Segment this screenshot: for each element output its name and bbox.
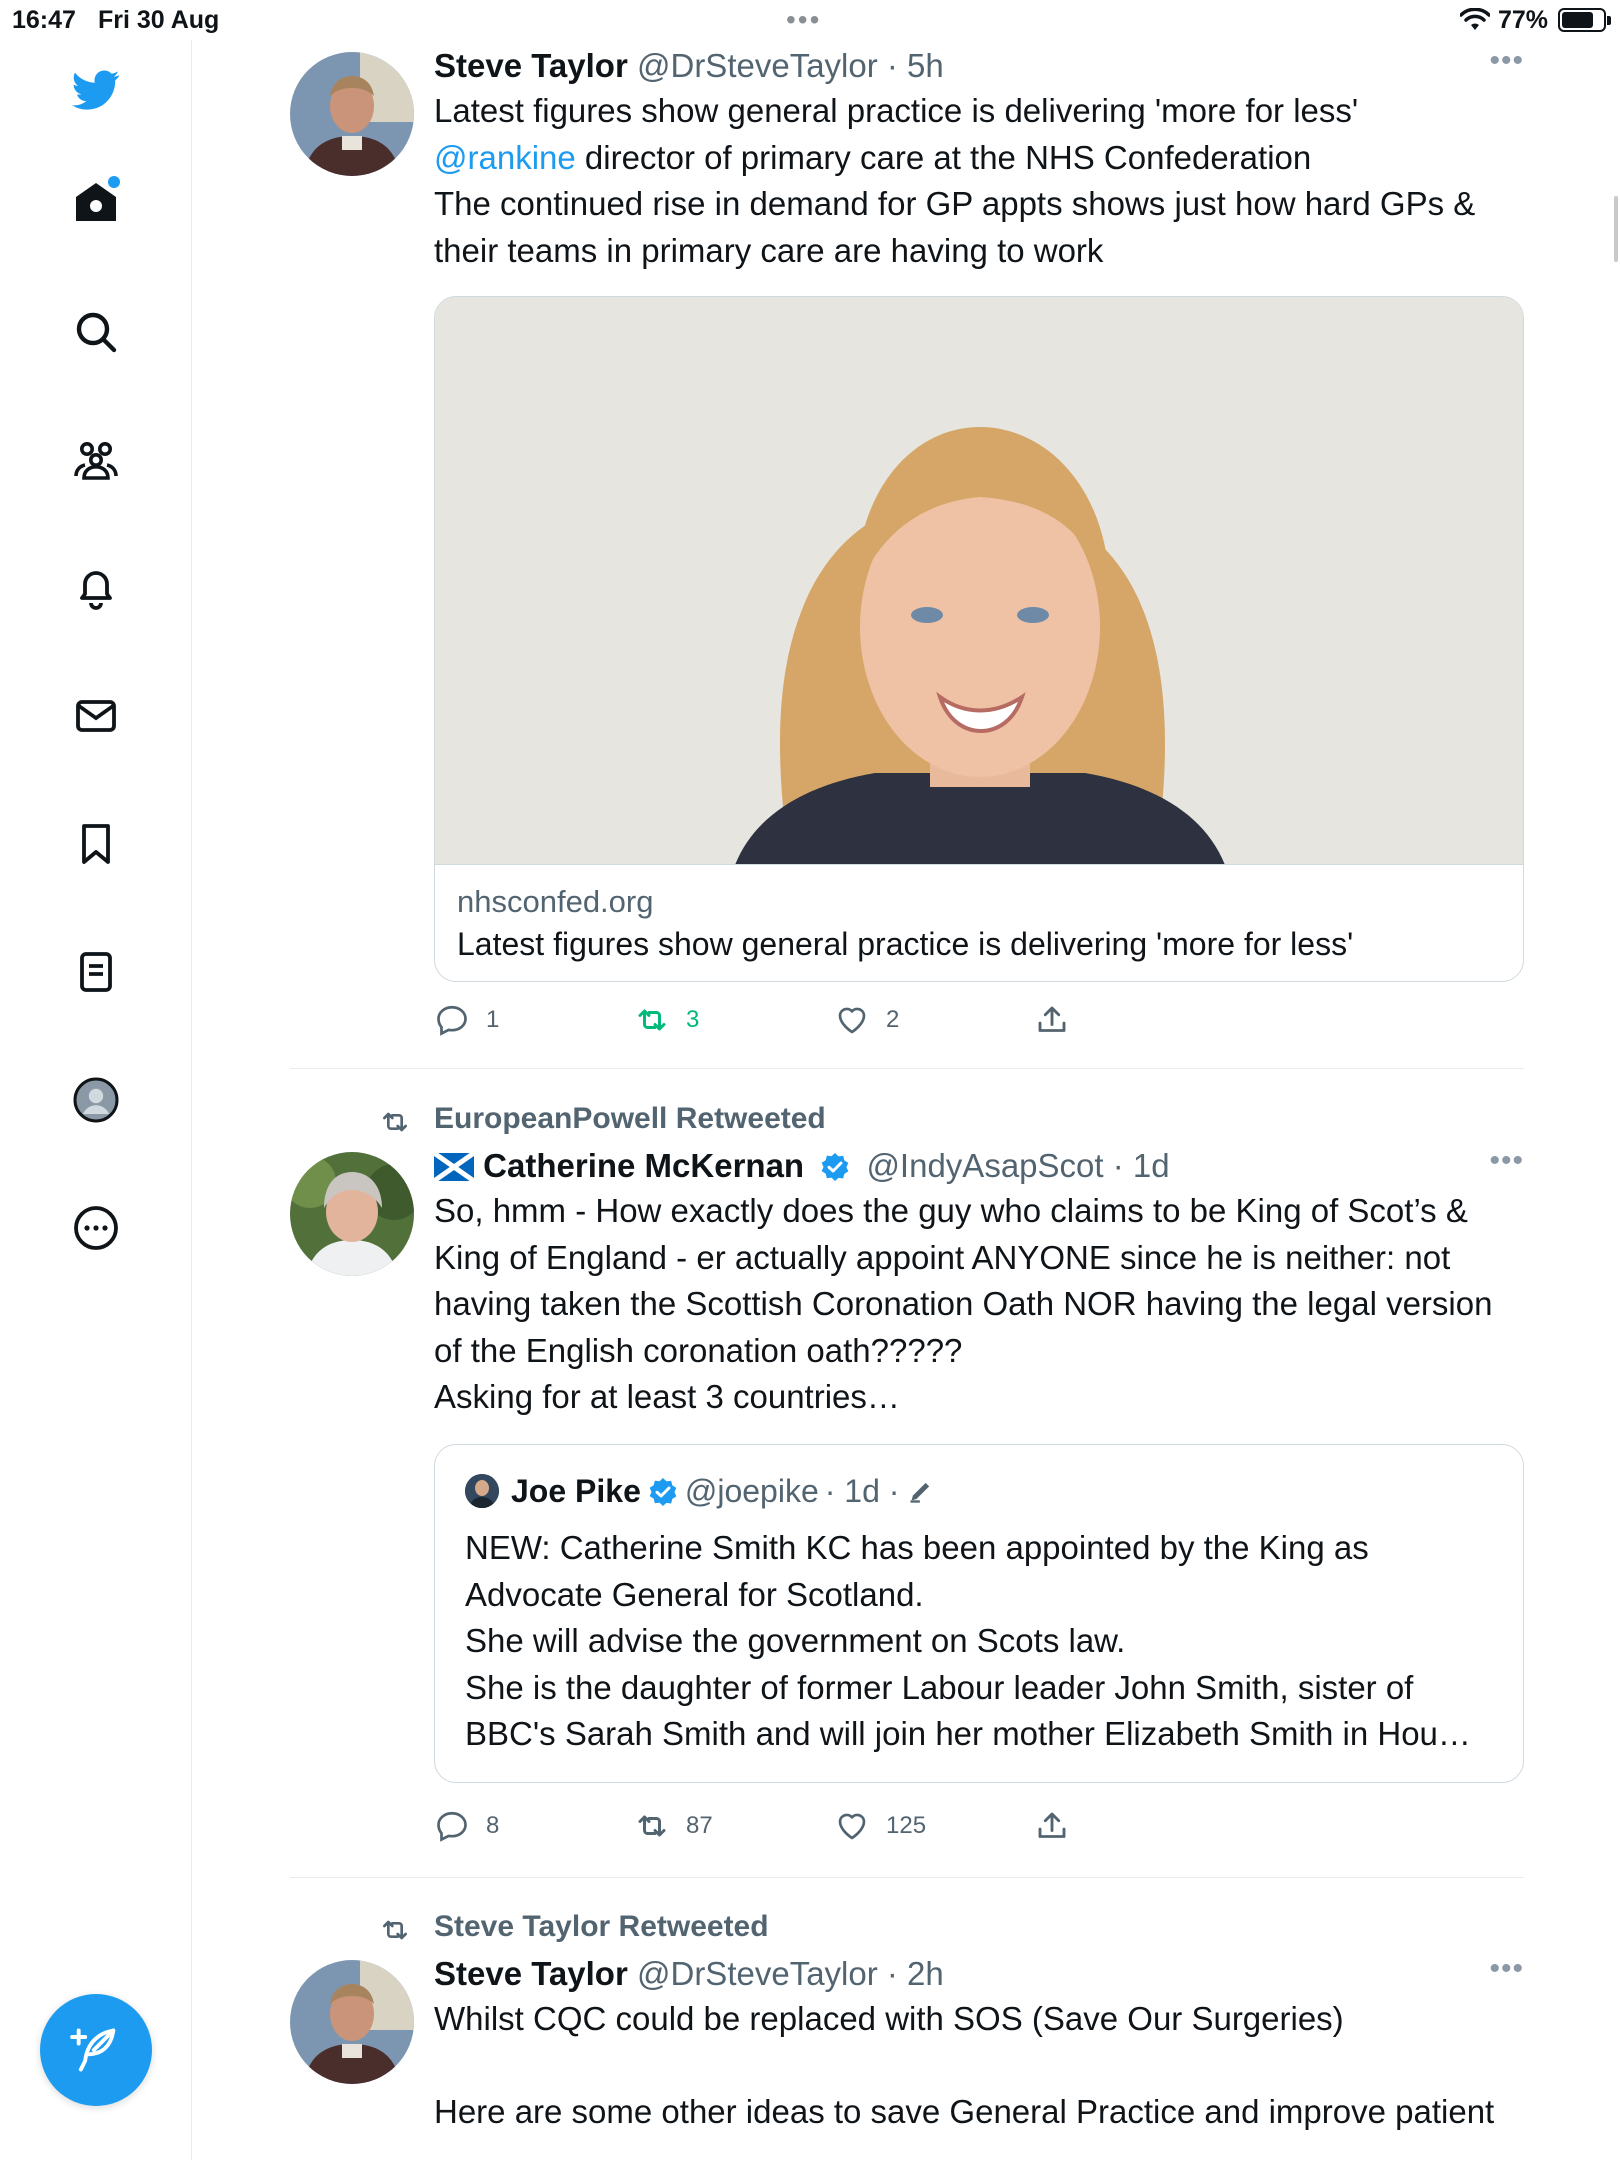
retweet-button[interactable]: 3 — [634, 1002, 699, 1038]
bookmarks-icon[interactable] — [66, 814, 126, 874]
reply-button[interactable]: 1 — [434, 1002, 499, 1038]
tweet-text: Latest figures show general practice is … — [434, 88, 1524, 274]
retweeted-by[interactable]: EuropeanPowell Retweeted — [383, 1102, 826, 1136]
tweet-header: Steve Taylor @DrSteveTaylor · 2h — [434, 1952, 1524, 1996]
author-handle[interactable]: @DrSteveTaylor — [637, 1955, 878, 1992]
tweet-text: So, hmm - How exactly does the guy who c… — [434, 1192, 1493, 1415]
mention-link[interactable]: @rankine — [434, 139, 576, 176]
like-icon — [838, 1007, 866, 1034]
like-button[interactable]: 2 — [834, 1002, 899, 1038]
reply-icon — [437, 1811, 467, 1842]
more-options-icon[interactable]: ••• — [1489, 44, 1524, 78]
sidebar-nav — [0, 40, 192, 2160]
more-options-icon[interactable]: ••• — [1489, 1952, 1524, 1986]
retweet-count: 3 — [686, 1006, 700, 1033]
reply-count: 8 — [486, 1812, 500, 1839]
author-name[interactable]: Steve Taylor — [434, 1955, 628, 1992]
tweet-header: Steve Taylor @DrSteveTaylor · 5h — [434, 44, 1524, 88]
quote-author-name: Joe Pike — [511, 1473, 641, 1509]
status-bar: 16:47 Fri 30 Aug ••• 77% — [0, 0, 1620, 40]
reply-count: 1 — [486, 1006, 500, 1033]
quote-header: Joe Pike @joepike · 1d · — [465, 1469, 1493, 1513]
share-icon — [1038, 1812, 1066, 1838]
retweeted-by-label: EuropeanPowell Retweeted — [434, 1102, 826, 1135]
quote-author-handle: @joepike — [684, 1473, 819, 1509]
retweet-icon — [383, 1920, 407, 1940]
tweet-text-line: Here are some other ideas to save Genera… — [434, 2092, 1495, 2130]
verified-icon — [647, 1475, 679, 1507]
retweeted-by[interactable]: Steve Taylor Retweeted — [383, 1910, 769, 1944]
tweet[interactable]: EuropeanPowell Retweeted Catherine McKer… — [290, 1094, 1524, 1854]
quote-time: · 1d · — [824, 1473, 900, 1509]
link-card[interactable]: nhsconfed.org Latest figures show genera… — [434, 296, 1524, 982]
share-button[interactable] — [1034, 1002, 1086, 1038]
like-count: 2 — [886, 1006, 900, 1033]
tweet-text-line: Latest figures show general practice is … — [434, 92, 1359, 129]
edit-icon — [907, 1477, 935, 1505]
retweet-button[interactable]: 87 — [634, 1808, 713, 1844]
card-image — [435, 297, 1523, 865]
tweet-text-line: The continued rise in demand for GP appt… — [434, 185, 1476, 269]
tweet-text-line: Whilst CQC could be replaced with SOS (S… — [434, 2000, 1344, 2037]
tweet[interactable]: Steve Taylor Retweeted Steve Taylor @DrS… — [290, 1902, 1524, 2160]
status-time: 16:47 — [12, 6, 76, 34]
retweet-count: 87 — [686, 1812, 713, 1839]
like-icon — [838, 1813, 866, 1840]
verified-icon — [819, 1150, 851, 1182]
tweet-time[interactable]: · 5h — [887, 47, 944, 84]
card-domain: nhsconfed.org — [457, 884, 654, 919]
card-title: Latest figures show general practice is … — [457, 926, 1354, 962]
unread-indicator — [108, 176, 120, 188]
battery-icon — [1558, 8, 1611, 32]
communities-icon[interactable] — [66, 430, 126, 490]
tweet[interactable]: Steve Taylor @DrSteveTaylor · 5h ••• Lat… — [290, 44, 1524, 1044]
compose-icon — [70, 2028, 116, 2072]
author-name[interactable]: Steve Taylor — [434, 47, 628, 84]
search-icon[interactable] — [66, 302, 126, 362]
avatar — [465, 1474, 499, 1508]
wifi-icon — [1459, 7, 1491, 39]
avatar[interactable] — [290, 1152, 414, 1276]
messages-icon[interactable] — [66, 686, 126, 746]
tweet-divider — [290, 1068, 1524, 1069]
avatar[interactable] — [290, 1960, 414, 2084]
tweet-divider — [290, 1877, 1524, 1878]
retweeted-by-label: Steve Taylor Retweeted — [434, 1910, 769, 1943]
author-name[interactable]: Catherine McKernan — [483, 1147, 804, 1184]
compose-button[interactable] — [40, 1994, 152, 2106]
tweet-actions: 1 3 2 — [434, 1002, 1134, 1042]
share-button[interactable] — [1034, 1808, 1086, 1844]
scroll-indicator[interactable] — [1614, 196, 1618, 262]
scotland-flag-icon — [432, 1148, 476, 1184]
battery-percentage: 77% — [1498, 6, 1549, 34]
reply-icon — [437, 1005, 467, 1036]
retweet-icon — [638, 1009, 666, 1031]
tweet-actions: 8 87 125 — [434, 1808, 1134, 1848]
author-handle[interactable]: @DrSteveTaylor — [637, 47, 878, 84]
tweet-header: Catherine McKernan @IndyAsapScot · 1d — [432, 1144, 1524, 1188]
more-options-icon[interactable]: ••• — [1489, 1144, 1524, 1178]
tweet-time[interactable]: · 2h — [887, 1955, 944, 1992]
retweet-icon — [638, 1815, 666, 1837]
profile-icon[interactable] — [66, 1070, 126, 1130]
quoted-tweet[interactable]: Joe Pike @joepike · 1d · NEW: Catherine … — [434, 1444, 1524, 1783]
tweet-time[interactable]: · 1d — [1113, 1147, 1170, 1184]
notifications-icon[interactable] — [66, 558, 126, 618]
share-icon — [1038, 1006, 1066, 1032]
status-date: Fri 30 Aug — [98, 6, 220, 34]
tweet-text-line: director of primary care at the NHS Conf… — [575, 138, 1312, 176]
twitter-logo-icon[interactable] — [66, 60, 126, 120]
avatar[interactable] — [290, 52, 414, 176]
more-icon[interactable] — [66, 1198, 126, 1258]
like-count: 125 — [886, 1812, 927, 1839]
quote-text: NEW: Catherine Smith KC has been appoint… — [465, 1529, 1471, 1752]
home-icon[interactable] — [66, 172, 126, 232]
like-button[interactable]: 125 — [834, 1808, 926, 1844]
retweet-icon — [383, 1112, 407, 1132]
reply-button[interactable]: 8 — [434, 1808, 499, 1844]
lists-icon[interactable] — [66, 942, 126, 1002]
multitasking-dots[interactable]: ••• — [786, 4, 821, 36]
tweet-text: Whilst CQC could be replaced with SOS (S… — [434, 1996, 1524, 2135]
author-handle[interactable]: @IndyAsapScot — [866, 1147, 1103, 1184]
